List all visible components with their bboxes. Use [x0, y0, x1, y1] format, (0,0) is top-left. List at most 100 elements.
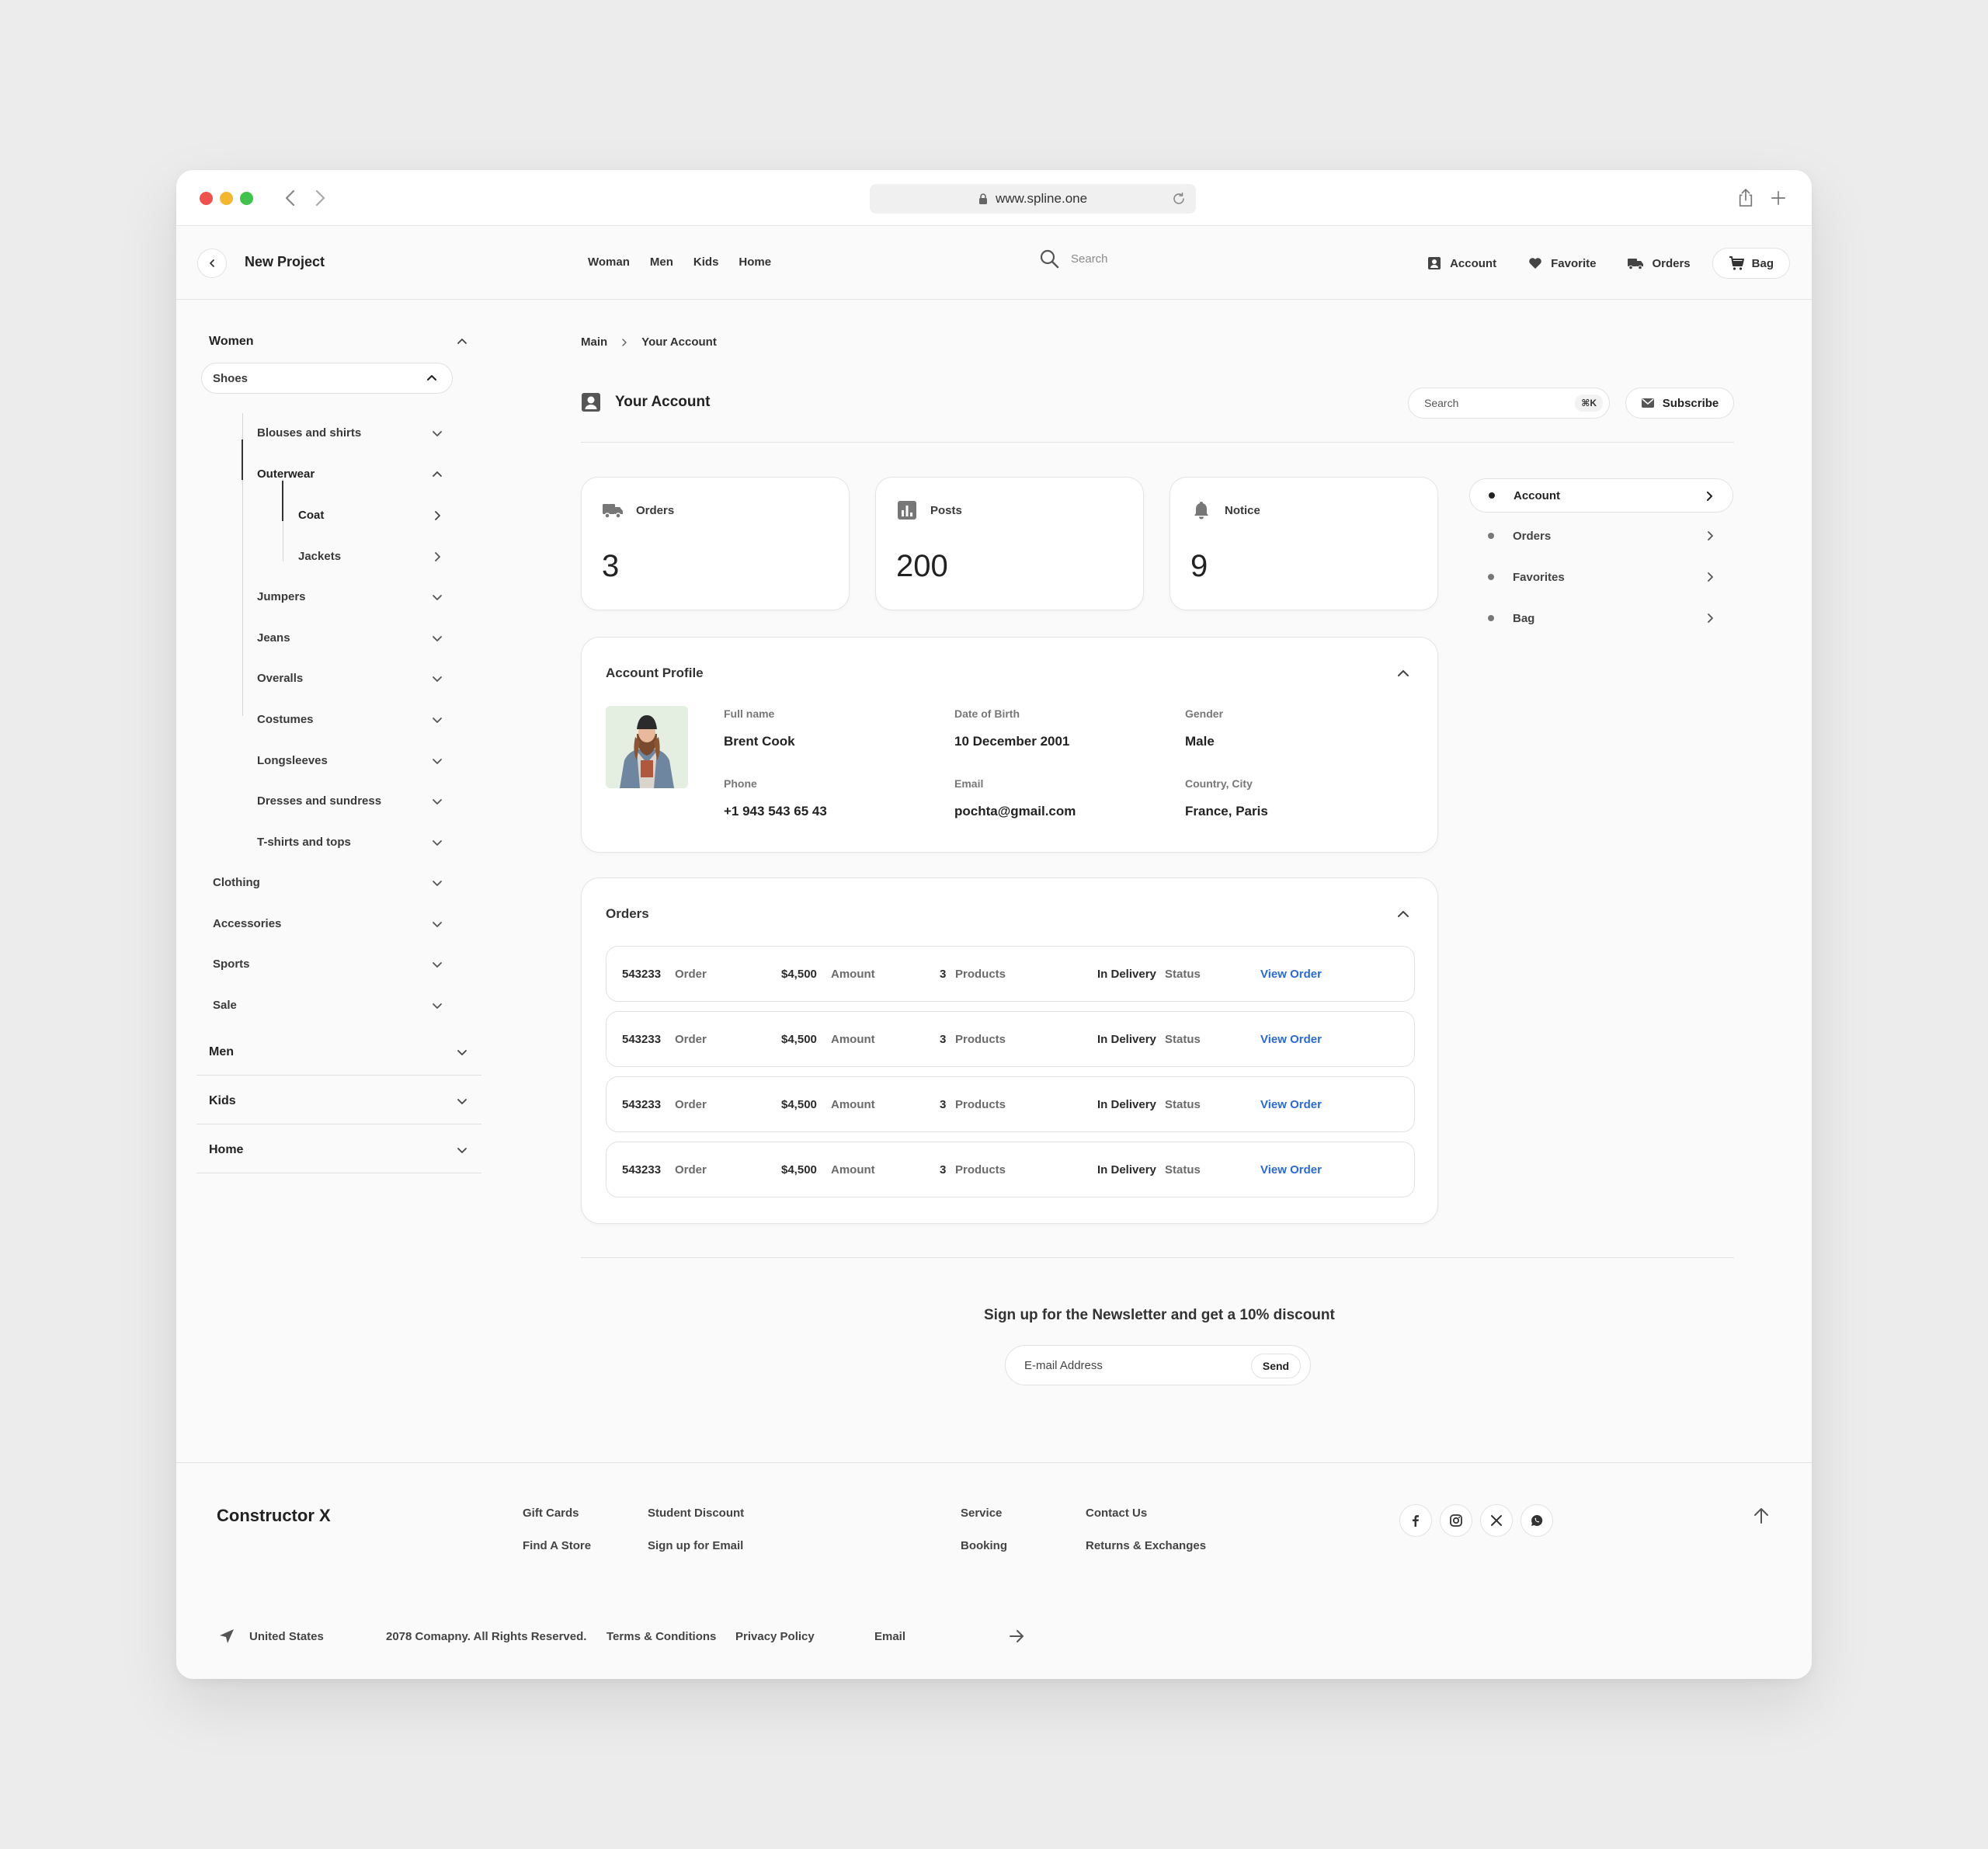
- footer-email-input[interactable]: Email: [874, 1630, 905, 1643]
- side-menu-bag[interactable]: Bag: [1469, 601, 1733, 635]
- side-menu-account[interactable]: Account: [1469, 478, 1733, 513]
- footer-link-contact-us[interactable]: Contact Us: [1086, 1507, 1147, 1520]
- sidebar-item-tshirts[interactable]: T-shirts and tops: [257, 836, 443, 849]
- sidebar-item-label: Kids: [209, 1094, 236, 1107]
- profile-field-value: Brent Cook: [724, 734, 795, 749]
- orders-button[interactable]: Orders: [1627, 256, 1691, 270]
- nav-men[interactable]: Men: [650, 255, 673, 269]
- address-bar[interactable]: www.spline.one: [870, 184, 1196, 214]
- subscribe-label: Subscribe: [1662, 396, 1719, 410]
- footer-location[interactable]: United States: [249, 1630, 324, 1643]
- facebook-icon[interactable]: [1399, 1504, 1432, 1537]
- chevron-up-icon[interactable]: [1395, 666, 1411, 681]
- sidebar-subactive-line: [282, 481, 283, 521]
- x-icon[interactable]: [1480, 1504, 1513, 1537]
- arrow-up-icon[interactable]: [1751, 1506, 1771, 1526]
- chevron-right-icon: [435, 551, 440, 561]
- arrow-right-icon[interactable]: [1008, 1628, 1025, 1645]
- view-order-link[interactable]: View Order: [1260, 1033, 1322, 1046]
- new-tab-icon[interactable]: [1767, 186, 1790, 210]
- sidebar-item-label: Accessories: [213, 917, 282, 930]
- sidebar-item-sale[interactable]: Sale: [213, 999, 443, 1012]
- reload-icon[interactable]: [1171, 191, 1187, 207]
- header-search[interactable]: Search: [1038, 248, 1108, 269]
- footer-link-gift-cards[interactable]: Gift Cards: [523, 1507, 579, 1520]
- cart-icon: [1729, 256, 1744, 270]
- posts-stat-card[interactable]: Posts 200: [875, 477, 1144, 610]
- footer-link-service[interactable]: Service: [961, 1507, 1002, 1520]
- maximize-window-button[interactable]: [240, 192, 253, 205]
- sidebar-item-outerwear[interactable]: Outerwear: [257, 467, 443, 481]
- newsletter-form: E-mail Address Send: [1005, 1345, 1311, 1385]
- account-button[interactable]: Account: [1427, 255, 1496, 271]
- sidebar-item-men[interactable]: Men: [209, 1045, 468, 1059]
- close-window-button[interactable]: [200, 192, 213, 205]
- chevron-down-icon: [457, 1148, 467, 1153]
- table-row: 543233 Order $4,500 Amount 3 Products In…: [606, 946, 1415, 1002]
- url-text: www.spline.one: [995, 191, 1088, 206]
- sidebar-item-kids[interactable]: Kids: [209, 1094, 468, 1108]
- sidebar-item-women[interactable]: Women: [209, 335, 468, 349]
- nav-woman[interactable]: Woman: [588, 255, 630, 269]
- sidebar-divider: [196, 1075, 481, 1076]
- sidebar-item-jumpers[interactable]: Jumpers: [257, 590, 443, 603]
- sidebar-item-label: Coat: [298, 509, 325, 522]
- subscribe-button[interactable]: Subscribe: [1625, 388, 1734, 419]
- status-label: Status: [1165, 968, 1201, 981]
- sidebar-item-coat[interactable]: Coat: [298, 509, 443, 522]
- view-order-link[interactable]: View Order: [1260, 968, 1322, 981]
- sidebar-item-accessories[interactable]: Accessories: [213, 917, 443, 930]
- order-status: In Delivery: [1097, 1163, 1156, 1176]
- sidebar-item-dresses[interactable]: Dresses and sundress: [257, 794, 443, 808]
- chevron-down-icon: [433, 1003, 442, 1009]
- chevron-up-icon[interactable]: [1395, 906, 1411, 922]
- sidebar-item-blouses[interactable]: Blouses and shirts: [257, 426, 443, 440]
- page-title: Your Account: [581, 392, 710, 412]
- instagram-icon[interactable]: [1440, 1504, 1472, 1537]
- sidebar-item-home[interactable]: Home: [209, 1143, 468, 1157]
- favorite-button[interactable]: Favorite: [1527, 255, 1596, 271]
- newsletter-email-input[interactable]: E-mail Address: [1024, 1359, 1103, 1372]
- sidebar-item-jeans[interactable]: Jeans: [257, 631, 443, 645]
- footer-terms-link[interactable]: Terms & Conditions: [606, 1630, 716, 1643]
- share-icon[interactable]: [1734, 186, 1757, 210]
- bag-button[interactable]: Bag: [1712, 248, 1790, 279]
- footer-link-student-discount[interactable]: Student Discount: [648, 1507, 744, 1520]
- sidebar-item-clothing[interactable]: Clothing: [213, 876, 443, 889]
- footer-privacy-link[interactable]: Privacy Policy: [735, 1630, 815, 1643]
- bullet: [1489, 492, 1495, 499]
- account-search-input[interactable]: Search ⌘K: [1408, 388, 1610, 419]
- sidebar-item-jackets[interactable]: Jackets: [298, 550, 443, 563]
- account-profile-panel: Account Profile Full name Brent Cook Dat…: [581, 637, 1438, 853]
- notice-stat-card[interactable]: Notice 9: [1170, 477, 1438, 610]
- minimize-window-button[interactable]: [220, 192, 233, 205]
- sidebar-item-shoes[interactable]: Shoes: [201, 363, 453, 394]
- view-order-link[interactable]: View Order: [1260, 1163, 1322, 1176]
- back-button[interactable]: [197, 249, 227, 278]
- footer-link-signup-email[interactable]: Sign up for Email: [648, 1539, 743, 1552]
- back-arrow-icon[interactable]: [280, 184, 301, 212]
- products-label: Products: [955, 968, 1006, 981]
- side-menu-favorites[interactable]: Favorites: [1469, 560, 1733, 594]
- sidebar-item-costumes[interactable]: Costumes: [257, 713, 443, 726]
- nav-kids[interactable]: Kids: [693, 255, 719, 269]
- sidebar-item-overalls[interactable]: Overalls: [257, 672, 443, 685]
- whatsapp-icon[interactable]: [1521, 1504, 1553, 1537]
- nav-home[interactable]: Home: [739, 255, 771, 269]
- project-title: New Project: [245, 254, 325, 269]
- forward-arrow-icon[interactable]: [310, 184, 330, 212]
- sidebar-item-sports[interactable]: Sports: [213, 958, 443, 971]
- location-arrow-icon: [220, 1629, 234, 1643]
- view-order-link[interactable]: View Order: [1260, 1098, 1322, 1111]
- bullet: [1488, 533, 1494, 539]
- breadcrumb-main[interactable]: Main: [581, 335, 607, 349]
- sidebar-item-label: Outerwear: [257, 467, 315, 481]
- side-menu-orders[interactable]: Orders: [1469, 519, 1733, 553]
- sidebar-item-longsleeves[interactable]: Longsleeves: [257, 754, 443, 767]
- footer-link-find-store[interactable]: Find A Store: [523, 1539, 591, 1552]
- orders-stat-card[interactable]: Orders 3: [581, 477, 850, 610]
- send-button[interactable]: Send: [1251, 1354, 1301, 1378]
- footer-link-booking[interactable]: Booking: [961, 1539, 1007, 1552]
- chevron-right-icon: [1708, 613, 1713, 623]
- footer-link-returns[interactable]: Returns & Exchanges: [1086, 1539, 1206, 1552]
